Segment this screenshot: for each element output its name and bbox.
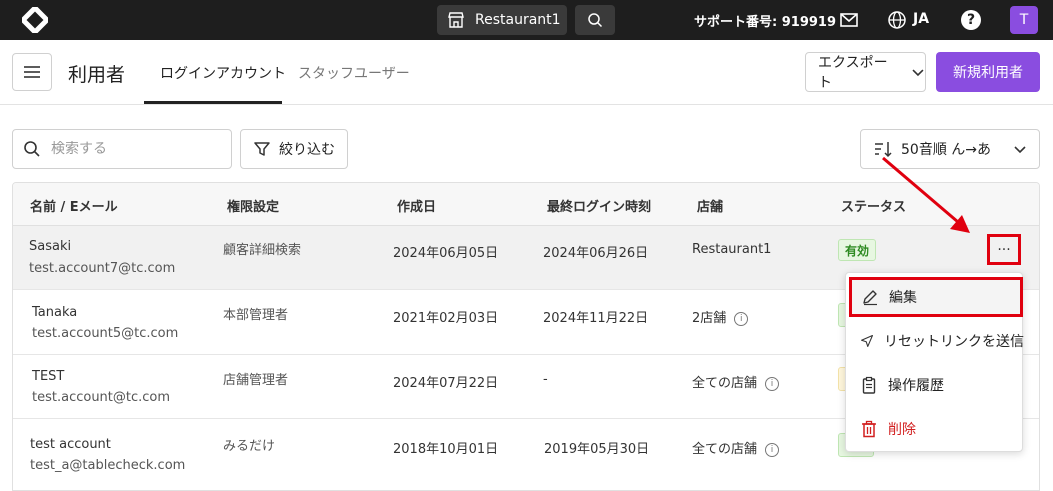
menu-item-delete[interactable]: 削除 — [846, 409, 1024, 449]
filter-label: 絞り込む — [279, 142, 335, 158]
storefront-icon — [448, 12, 464, 28]
store-name: Restaurant1 — [475, 12, 561, 28]
menu-item-label: 削除 — [888, 422, 916, 438]
last-login-date: 2019年05月30日 — [544, 442, 650, 457]
table-header: 名前 / Eメール 権限設定 作成日 最終ログイン時刻 店舗 ステータス — [13, 183, 1039, 226]
row-more-actions-button[interactable]: ··· — [987, 234, 1021, 265]
search-field[interactable] — [12, 129, 232, 169]
column-header-store[interactable]: 店舗 — [697, 196, 723, 215]
filter-icon — [254, 142, 270, 156]
globe-icon[interactable] — [887, 10, 907, 30]
user-role: 顧客詳細検索 — [223, 243, 302, 258]
store-value: Restaurant1 — [692, 242, 772, 257]
info-icon[interactable]: i — [765, 377, 780, 391]
user-avatar[interactable]: T — [1010, 6, 1038, 34]
store-text: 2店舗 — [692, 311, 727, 326]
language-selector[interactable]: JA — [913, 11, 929, 27]
tab-login-accounts[interactable]: ログインアカウント — [160, 63, 286, 83]
menu-item-label: 操作履歴 — [888, 378, 944, 394]
export-label: エクスポート — [818, 55, 888, 91]
search-icon — [588, 13, 603, 28]
store-text: 全ての店舗 — [692, 442, 758, 457]
user-email: test.account7@tc.com — [29, 261, 176, 276]
created-date: 2024年06月05日 — [393, 246, 499, 261]
user-name: Tanaka — [32, 305, 78, 320]
column-header-created[interactable]: 作成日 — [397, 196, 436, 215]
status-badge: 有効 — [838, 239, 877, 261]
hamburger-icon — [24, 66, 40, 78]
created-date: 2024年07月22日 — [393, 376, 499, 391]
export-button[interactable]: エクスポート — [805, 52, 926, 92]
store-value: 全ての店舗 i — [692, 438, 780, 457]
user-name: Sasaki — [29, 239, 72, 254]
menu-item-history[interactable]: 操作履歴 — [846, 365, 1024, 405]
pencil-icon — [863, 290, 877, 306]
clipboard-icon — [862, 376, 876, 394]
column-header-role[interactable]: 権限設定 — [227, 196, 279, 215]
active-tab-indicator — [144, 101, 282, 104]
hamburger-menu-button[interactable] — [12, 53, 52, 91]
user-email: test_a@tablecheck.com — [30, 458, 186, 473]
user-name: TEST — [32, 369, 65, 384]
new-user-button[interactable]: 新規利用者 — [936, 52, 1040, 92]
help-icon[interactable]: ? — [961, 10, 981, 30]
store-text: 全ての店舗 — [692, 376, 758, 391]
global-search-button[interactable] — [575, 5, 615, 35]
user-name: test account — [30, 437, 111, 452]
trash-icon — [862, 420, 876, 438]
menu-item-edit[interactable]: 編集 — [849, 277, 1023, 317]
store-selector-button[interactable]: Restaurant1 — [437, 5, 567, 35]
search-icon — [24, 141, 40, 157]
created-date: 2018年10月01日 — [393, 442, 499, 457]
info-icon[interactable]: i — [765, 443, 780, 457]
support-number: サポート番号: 919919 — [694, 15, 836, 30]
menu-item-label: リセットリンクを送信 — [884, 334, 1024, 350]
sort-button[interactable]: 50音順 ん→あ — [860, 129, 1040, 169]
chevron-down-icon — [1014, 146, 1026, 154]
column-header-status[interactable]: ステータス — [841, 196, 906, 215]
store-value: 全ての店舗 i — [692, 372, 780, 391]
top-bar: Restaurant1 サポート番号: 919919 JA ? T — [0, 0, 1053, 40]
last-login-date: 2024年06月26日 — [543, 246, 649, 261]
mail-icon[interactable] — [839, 10, 859, 30]
user-role: 本部管理者 — [223, 308, 289, 323]
send-icon — [861, 335, 873, 347]
user-email: test.account5@tc.com — [32, 326, 179, 341]
sort-descending-icon — [875, 142, 892, 158]
column-header-name-email[interactable]: 名前 / Eメール — [30, 196, 118, 215]
user-email: test.account@tc.com — [32, 390, 171, 405]
user-role: 店舗管理者 — [223, 373, 289, 388]
tab-staff-users[interactable]: スタッフユーザー — [298, 63, 410, 83]
last-login-date: - — [543, 372, 548, 387]
column-header-last-login[interactable]: 最終ログイン時刻 — [547, 196, 651, 215]
info-icon[interactable]: i — [734, 312, 749, 326]
last-login-date: 2024年11月22日 — [543, 311, 649, 326]
app-logo-icon[interactable] — [22, 7, 48, 33]
sort-label: 50音順 ん→あ — [901, 142, 991, 158]
row-actions-menu: 編集 リセットリンクを送信 操作履歴 削除 — [845, 272, 1024, 452]
menu-item-send-reset-link[interactable]: リセットリンクを送信 — [846, 321, 1024, 361]
store-value: 2店舗 i — [692, 307, 749, 326]
page-title: 利用者 — [68, 64, 126, 86]
chevron-down-icon — [912, 69, 924, 77]
page-header: 利用者 ログインアカウント スタッフユーザー エクスポート 新規利用者 — [0, 40, 1053, 105]
search-input[interactable] — [51, 141, 211, 157]
user-role: みるだけ — [223, 439, 276, 454]
filter-button[interactable]: 絞り込む — [240, 129, 348, 169]
menu-item-label: 編集 — [889, 290, 917, 306]
created-date: 2021年02月03日 — [393, 311, 499, 326]
